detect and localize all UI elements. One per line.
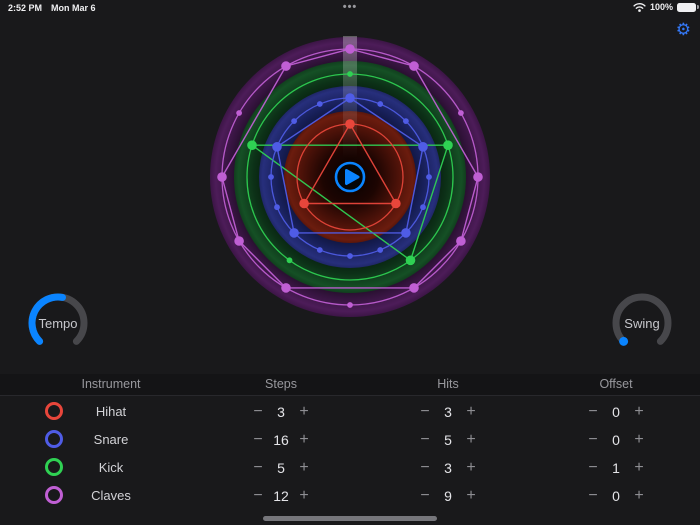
hits-stepper: − 3 +: [415, 398, 481, 426]
hits-increment-button[interactable]: +: [461, 454, 481, 482]
hits-decrement-button[interactable]: −: [415, 426, 435, 454]
hits-value: 3: [444, 460, 452, 476]
table-header: Instrument Steps Hits Offset: [0, 374, 700, 396]
instrument-color-swatch: [45, 458, 63, 476]
tempo-knob-label: Tempo: [38, 315, 78, 331]
table-row: Kick − 5 + − 3 + − 1 +: [0, 454, 700, 482]
column-header-steps: Steps: [265, 377, 297, 391]
offset-increment-button[interactable]: +: [629, 482, 649, 510]
hits-decrement-button[interactable]: −: [415, 482, 435, 510]
column-header-offset: Offset: [599, 377, 633, 391]
wifi-icon: [633, 2, 646, 12]
offset-stepper: − 0 +: [583, 398, 649, 426]
steps-increment-button[interactable]: +: [294, 398, 314, 426]
offset-stepper: − 1 +: [583, 454, 649, 482]
settings-gear-icon[interactable]: ⚙: [676, 21, 691, 38]
offset-value: 0: [612, 432, 620, 448]
hits-increment-button[interactable]: +: [461, 398, 481, 426]
steps-decrement-button[interactable]: −: [248, 454, 268, 482]
steps-increment-button[interactable]: +: [294, 482, 314, 510]
status-bar-left: 2:52 PM Mon Mar 6: [8, 3, 96, 13]
hits-value: 9: [444, 488, 452, 504]
offset-value: 0: [612, 404, 620, 420]
offset-decrement-button[interactable]: −: [583, 426, 603, 454]
status-bar-right: 100%: [633, 2, 699, 12]
steps-value: 5: [277, 460, 285, 476]
steps-value: 16: [273, 432, 289, 448]
steps-stepper: − 12 +: [248, 482, 314, 510]
steps-decrement-button[interactable]: −: [248, 426, 268, 454]
column-header-hits: Hits: [437, 377, 459, 391]
steps-stepper: − 3 +: [248, 398, 314, 426]
offset-decrement-button[interactable]: −: [583, 482, 603, 510]
sequencer-rings[interactable]: [200, 27, 500, 327]
table-row: Hihat − 3 + − 3 + − 0 +: [0, 398, 700, 426]
column-header-instrument: Instrument: [81, 377, 141, 391]
steps-increment-button[interactable]: +: [294, 426, 314, 454]
steps-decrement-button[interactable]: −: [248, 398, 268, 426]
instrument-color-swatch: [45, 402, 63, 420]
offset-increment-button[interactable]: +: [629, 398, 649, 426]
instrument-color-swatch: [45, 486, 63, 504]
swing-knob-label: Swing: [624, 315, 660, 331]
instrument-table: Hihat − 3 + − 3 + − 0 + Snare − 16 + − 5…: [0, 398, 700, 510]
hits-stepper: − 3 +: [415, 454, 481, 482]
home-indicator[interactable]: [263, 516, 437, 521]
steps-stepper: − 16 +: [248, 426, 314, 454]
multitask-dots: •••: [342, 1, 358, 13]
hits-value: 5: [444, 432, 452, 448]
offset-decrement-button[interactable]: −: [583, 398, 603, 426]
date: Mon Mar 6: [51, 3, 96, 13]
hits-decrement-button[interactable]: −: [415, 454, 435, 482]
steps-value: 12: [273, 488, 289, 504]
hits-stepper: − 5 +: [415, 426, 481, 454]
instrument-name: Hihat: [95, 404, 127, 419]
offset-stepper: − 0 +: [583, 426, 649, 454]
steps-increment-button[interactable]: +: [294, 454, 314, 482]
instrument-name: Claves: [91, 488, 131, 503]
hits-increment-button[interactable]: +: [461, 482, 481, 510]
battery-percent: 100%: [649, 2, 673, 12]
offset-increment-button[interactable]: +: [629, 426, 649, 454]
instrument-color-swatch: [45, 430, 63, 448]
clock: 2:52 PM: [8, 3, 43, 13]
instrument-name: Snare: [93, 432, 129, 447]
swing-knob[interactable]: Swing: [610, 291, 674, 371]
offset-decrement-button[interactable]: −: [583, 454, 603, 482]
offset-value: 0: [612, 488, 620, 504]
hits-stepper: − 9 +: [415, 482, 481, 510]
tempo-knob[interactable]: Tempo: [26, 291, 90, 371]
steps-stepper: − 5 +: [248, 454, 314, 482]
hits-value: 3: [444, 404, 452, 420]
offset-value: 1: [612, 460, 620, 476]
hits-decrement-button[interactable]: −: [415, 398, 435, 426]
offset-stepper: − 0 +: [583, 482, 649, 510]
table-row: Snare − 16 + − 5 + − 0 +: [0, 426, 700, 454]
hits-increment-button[interactable]: +: [461, 426, 481, 454]
steps-decrement-button[interactable]: −: [248, 482, 268, 510]
battery-icon: [677, 2, 699, 12]
offset-increment-button[interactable]: +: [629, 454, 649, 482]
table-row: Claves − 12 + − 9 + − 0 +: [0, 482, 700, 510]
steps-value: 3: [277, 404, 285, 420]
instrument-name: Kick: [98, 460, 124, 475]
